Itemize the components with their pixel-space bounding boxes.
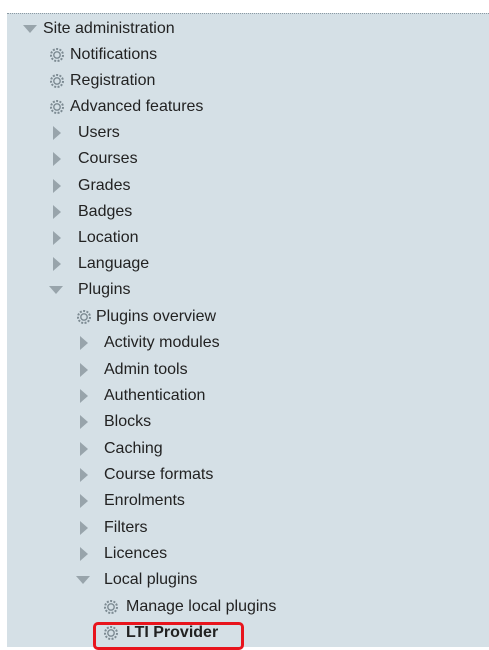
triangle-right-icon[interactable] bbox=[80, 442, 88, 456]
triangle-right-icon[interactable] bbox=[80, 389, 88, 403]
triangle-right-icon[interactable] bbox=[80, 521, 88, 535]
tree-item-label: Local plugins bbox=[104, 571, 198, 588]
tree-item-label: Grades bbox=[78, 177, 131, 194]
tree-item-label: Manage local plugins bbox=[126, 598, 277, 615]
tree-item-label: Course formats bbox=[104, 466, 214, 483]
tree-item-label: Language bbox=[78, 255, 150, 272]
tree-item-label: Location bbox=[78, 229, 139, 246]
triangle-right-icon[interactable] bbox=[80, 468, 88, 482]
triangle-right-icon[interactable] bbox=[53, 205, 61, 219]
triangle-right-icon[interactable] bbox=[53, 231, 61, 245]
tree-item-label: Activity modules bbox=[104, 334, 220, 351]
lti-provider-highlight-box bbox=[93, 622, 244, 650]
gear-icon bbox=[50, 48, 64, 62]
tree-item-label: Blocks bbox=[104, 413, 152, 430]
triangle-down-icon[interactable] bbox=[23, 25, 37, 33]
tree-item-label: Filters bbox=[104, 519, 148, 536]
triangle-right-icon[interactable] bbox=[80, 494, 88, 508]
tree-item-label: Users bbox=[78, 124, 120, 141]
tree-item-label: Plugins bbox=[78, 281, 131, 298]
tree-item-label: Authentication bbox=[104, 387, 206, 404]
triangle-right-icon[interactable] bbox=[80, 415, 88, 429]
tree-item-label: Plugins overview bbox=[96, 308, 217, 325]
gear-icon bbox=[77, 310, 91, 324]
gear-icon bbox=[50, 74, 64, 88]
triangle-right-icon[interactable] bbox=[53, 152, 61, 166]
tree-item-label: Badges bbox=[78, 203, 133, 220]
triangle-right-icon[interactable] bbox=[53, 126, 61, 140]
tree-item-label: Site administration bbox=[43, 20, 175, 37]
tree-item-label: Advanced features bbox=[70, 98, 204, 115]
tree-item-label: Registration bbox=[70, 72, 156, 89]
tree-item-label: Licences bbox=[104, 545, 168, 562]
tree-item-label: Courses bbox=[78, 150, 138, 167]
triangle-right-icon[interactable] bbox=[80, 336, 88, 350]
gear-icon bbox=[104, 600, 118, 614]
tree-item-label: Enrolments bbox=[104, 492, 185, 509]
triangle-right-icon[interactable] bbox=[80, 547, 88, 561]
triangle-right-icon[interactable] bbox=[80, 363, 88, 377]
triangle-right-icon[interactable] bbox=[53, 179, 61, 193]
triangle-right-icon[interactable] bbox=[53, 257, 61, 271]
tree-item-label: Notifications bbox=[70, 46, 158, 63]
gear-icon bbox=[50, 100, 64, 114]
triangle-down-icon[interactable] bbox=[49, 286, 63, 294]
triangle-down-icon[interactable] bbox=[76, 576, 90, 584]
tree-item-label: Caching bbox=[104, 440, 163, 457]
tree-item-label: Admin tools bbox=[104, 361, 188, 378]
